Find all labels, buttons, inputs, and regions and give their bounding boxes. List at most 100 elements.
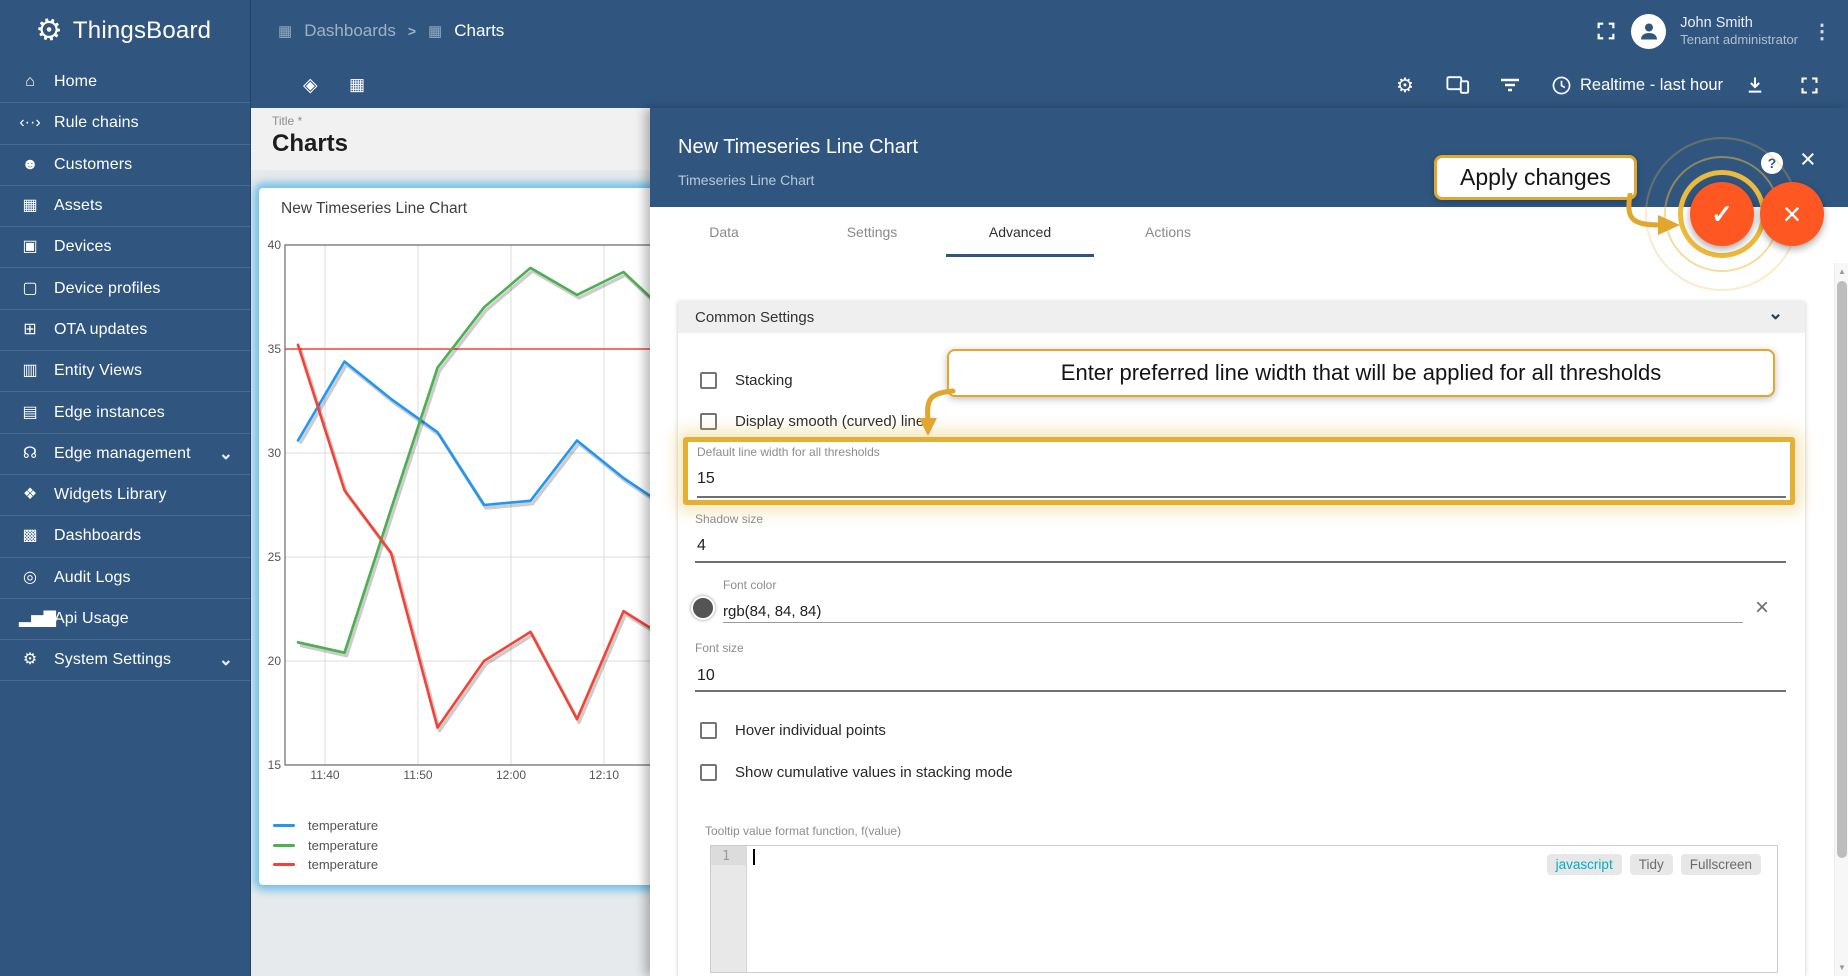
edge-instances-icon: ▤ <box>22 403 38 421</box>
scroll-down-icon[interactable]: ▼ <box>1835 963 1848 972</box>
dashboard-title-input[interactable]: Charts <box>272 130 348 158</box>
common-settings-header[interactable]: Common Settings <box>678 301 1805 333</box>
stacking-label: Stacking <box>735 372 793 389</box>
sidebar-item[interactable]: ‹··› Rule chains <box>0 103 251 145</box>
expand-dashboard-icon[interactable] <box>1799 62 1820 108</box>
sidebar-item-label: Assets <box>54 197 103 215</box>
dashboard-layout-icon[interactable]: ▦ <box>349 62 365 108</box>
legend-series-dash <box>273 824 295 828</box>
sidebar-item[interactable]: ❖ Widgets Library <box>0 475 251 517</box>
legend-series-dash <box>273 863 295 867</box>
legend-item[interactable]: temperature <box>273 836 378 856</box>
user-avatar[interactable] <box>1631 13 1667 49</box>
sidebar-divider <box>250 0 251 976</box>
shadow-size-label: Shadow size <box>695 512 764 526</box>
font-color-input[interactable]: rgb(84, 84, 84) <box>723 603 821 620</box>
scroll-up-icon[interactable]: ▲ <box>1835 267 1848 276</box>
user-role: Tenant administrator <box>1680 31 1798 47</box>
edit-panel-title: New Timeseries Line Chart <box>678 136 919 158</box>
entity-aliases-icon[interactable] <box>1446 62 1470 108</box>
tab[interactable]: Advanced <box>946 207 1094 257</box>
kebab-menu-icon[interactable]: ⋮ <box>1812 19 1832 44</box>
legend-series-label: temperature <box>308 857 379 873</box>
sidebar-item[interactable]: ▣ Devices <box>0 227 251 269</box>
dashboard-grid-icon: ▦ <box>428 22 443 40</box>
smooth-lines-checkbox[interactable] <box>700 413 717 430</box>
font-size-input[interactable]: 10 <box>697 667 715 685</box>
shadow-size-input[interactable]: 4 <box>697 537 706 555</box>
widget-bundles-icon[interactable]: ◈ <box>303 62 318 108</box>
scrollbar-thumb[interactable] <box>1837 281 1847 858</box>
breadcrumb-current: Charts <box>454 21 505 40</box>
svg-text:15: 15 <box>268 758 282 772</box>
sidebar-item[interactable]: ◎ Audit Logs <box>0 558 251 599</box>
panel-scrollbar[interactable]: ▲ ▼ <box>1834 263 1848 976</box>
legend-series-label: temperature <box>308 837 379 853</box>
sidebar-item-label: Dashboards <box>54 527 142 545</box>
hover-points-checkbox[interactable] <box>700 722 717 739</box>
sidebar-item[interactable]: ⚙ System Settings ⌄ <box>0 640 251 682</box>
clear-font-color-icon[interactable]: × <box>1755 596 1769 620</box>
sidebar-item[interactable]: ▩ Dashboards <box>0 516 251 558</box>
sidebar-item[interactable]: ▦ Assets <box>0 186 251 228</box>
active-tab-underline <box>946 254 1094 257</box>
sidebar-item-label: Edge instances <box>54 403 165 421</box>
close-panel-icon[interactable]: × <box>1800 146 1816 173</box>
sidebar-item-label: Home <box>54 73 98 91</box>
sidebar-item[interactable]: ▤ Edge instances <box>0 392 251 434</box>
legend-item[interactable]: temperature <box>273 855 378 875</box>
app-logo: ⚙ ThingsBoard <box>32 0 211 62</box>
editor-chip-button[interactable]: Tidy <box>1629 854 1673 875</box>
apply-changes-tooltip: Apply changes <box>1434 155 1637 200</box>
tab[interactable]: Actions <box>1094 207 1242 257</box>
hover-points-label: Hover individual points <box>735 722 886 739</box>
stacking-checkbox[interactable] <box>700 372 717 389</box>
tab[interactable]: Data <box>650 207 798 257</box>
edit-panel-subtitle: Timeseries Line Chart <box>678 172 815 188</box>
help-icon[interactable]: ? <box>1761 152 1783 174</box>
entity-views-icon: ▥ <box>22 362 38 380</box>
sidebar-item[interactable]: ▢ Device profiles <box>0 268 251 310</box>
dashboard-settings-gear-icon[interactable]: ⚙ <box>1396 62 1414 108</box>
edit-panel-tabs: Data Settings Advanced Actions <box>650 207 1242 257</box>
sidebar-nav: ⌂ Home ‹··› Rule chains ☻ Customers ▦ As… <box>0 62 251 976</box>
breadcrumb-dashboards-link[interactable]: Dashboards <box>304 21 396 41</box>
sidebar-item-label: Rule chains <box>54 114 139 132</box>
fullscreen-toggle-icon[interactable] <box>1595 20 1617 42</box>
timewindow-button[interactable]: Realtime - last hour <box>1551 62 1723 108</box>
chart-legend: temperature temperature temperature <box>273 816 378 875</box>
smooth-lines-label: Display smooth (curved) lines <box>735 413 932 430</box>
line-width-note-arrow <box>919 388 956 436</box>
chevron-down-icon: ⌄ <box>218 443 233 463</box>
tooltip-fn-label: Tooltip value format function, f(value) <box>705 824 902 838</box>
tab[interactable]: Settings <box>798 207 946 257</box>
cumulative-values-checkbox[interactable] <box>700 764 717 781</box>
sidebar-item[interactable]: ⌂ Home <box>0 62 251 104</box>
sidebar-item[interactable]: ▂▅▇ Api Usage <box>0 599 251 641</box>
sidebar-item-label: Audit Logs <box>54 568 131 586</box>
line-width-input[interactable]: 15 <box>697 470 715 488</box>
export-dashboard-icon[interactable] <box>1745 62 1765 108</box>
editor-chip-button[interactable]: Fullscreen <box>1680 854 1761 875</box>
editor-chips: javascript Tidy Fullscreen <box>1546 854 1761 875</box>
font-color-swatch[interactable] <box>691 596 715 620</box>
cancel-changes-button[interactable]: × <box>1760 182 1824 246</box>
sidebar-item[interactable]: ▥ Entity Views <box>0 351 251 393</box>
svg-text:35: 35 <box>268 342 282 356</box>
sidebar-item[interactable]: ⊞ OTA updates <box>0 310 251 352</box>
home-icon: ⌂ <box>25 73 35 91</box>
section-chevron-down-icon[interactable]: ⌄ <box>1768 304 1783 322</box>
sidebar-item[interactable]: ☊ Edge management ⌄ <box>0 434 251 475</box>
editor-cursor <box>753 849 755 865</box>
timewindow-label: Realtime - last hour <box>1580 75 1724 94</box>
legend-item[interactable]: temperature <box>273 816 378 836</box>
apply-changes-button[interactable]: ✓ <box>1690 182 1754 246</box>
sidebar-item[interactable]: ☻ Customers <box>0 145 251 186</box>
sidebar-item-label: Device profiles <box>54 279 161 297</box>
user-info: John Smith Tenant administrator <box>1680 14 1798 48</box>
editor-chip-button[interactable]: javascript <box>1546 854 1622 875</box>
font-color-label: Font color <box>723 578 777 592</box>
system-settings-icon: ⚙ <box>22 651 38 669</box>
code-editor[interactable]: 1 javascript Tidy Fullscreen <box>710 845 1778 973</box>
filters-icon[interactable] <box>1499 62 1521 108</box>
